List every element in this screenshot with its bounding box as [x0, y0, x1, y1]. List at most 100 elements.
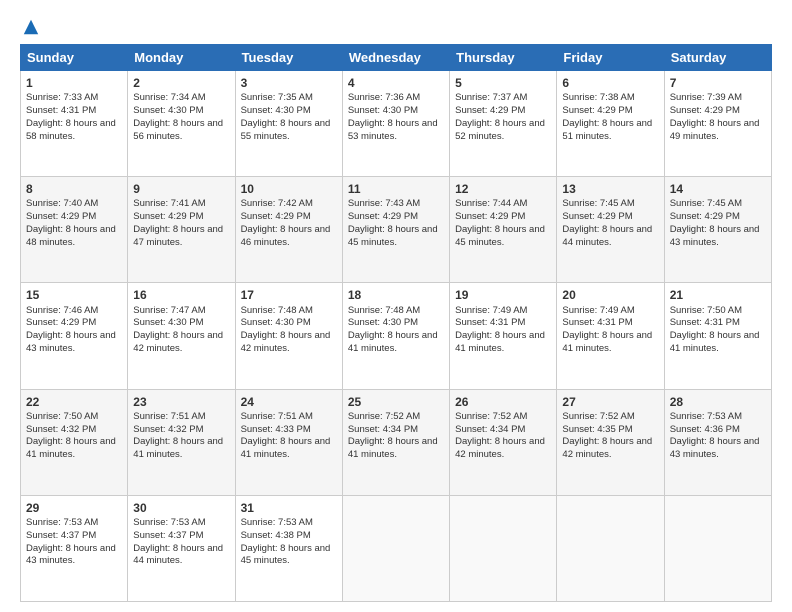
sunrise-text: Sunrise: 7:44 AM [455, 198, 527, 209]
sunset-text: Sunset: 4:37 PM [133, 530, 203, 541]
daylight-text: Daylight: 8 hours and 42 minutes. [562, 436, 652, 460]
day-number: 18 [348, 287, 444, 303]
day-number: 27 [562, 394, 658, 410]
day-number: 2 [133, 75, 229, 91]
day-cell: 20Sunrise: 7:49 AMSunset: 4:31 PMDayligh… [557, 283, 664, 389]
daylight-text: Daylight: 8 hours and 42 minutes. [455, 436, 545, 460]
sunset-text: Sunset: 4:31 PM [455, 317, 525, 328]
day-cell: 15Sunrise: 7:46 AMSunset: 4:29 PMDayligh… [21, 283, 128, 389]
sunset-text: Sunset: 4:32 PM [26, 424, 96, 435]
col-header-saturday: Saturday [664, 45, 771, 71]
week-row-5: 29Sunrise: 7:53 AMSunset: 4:37 PMDayligh… [21, 495, 772, 601]
sunrise-text: Sunrise: 7:36 AM [348, 92, 420, 103]
day-number: 31 [241, 500, 337, 516]
day-cell: 26Sunrise: 7:52 AMSunset: 4:34 PMDayligh… [450, 389, 557, 495]
day-cell: 12Sunrise: 7:44 AMSunset: 4:29 PMDayligh… [450, 177, 557, 283]
col-header-tuesday: Tuesday [235, 45, 342, 71]
sunrise-text: Sunrise: 7:41 AM [133, 198, 205, 209]
sunrise-text: Sunrise: 7:49 AM [562, 305, 634, 316]
day-number: 29 [26, 500, 122, 516]
daylight-text: Daylight: 8 hours and 58 minutes. [26, 118, 116, 142]
sunrise-text: Sunrise: 7:48 AM [241, 305, 313, 316]
daylight-text: Daylight: 8 hours and 43 minutes. [670, 436, 760, 460]
day-number: 5 [455, 75, 551, 91]
daylight-text: Daylight: 8 hours and 44 minutes. [562, 224, 652, 248]
day-cell: 23Sunrise: 7:51 AMSunset: 4:32 PMDayligh… [128, 389, 235, 495]
sunset-text: Sunset: 4:30 PM [133, 105, 203, 116]
day-cell: 6Sunrise: 7:38 AM Sunset: 4:29 PM Daylight… [557, 71, 664, 177]
sunrise-text: Sunrise: 7:43 AM [348, 198, 420, 209]
day-number: 28 [670, 394, 766, 410]
sunset-text: Sunset: 4:29 PM [562, 211, 632, 222]
week-row-2: 8Sunrise: 7:40 AMSunset: 4:29 PMDaylight… [21, 177, 772, 283]
daylight-text: Daylight: 8 hours and 56 minutes. [133, 118, 223, 142]
logo [20, 18, 40, 36]
sunrise-text: Sunrise: 7:51 AM [241, 411, 313, 422]
sunset-text: Sunset: 4:29 PM [348, 211, 418, 222]
daylight-text: Daylight: 8 hours and 52 minutes. [455, 118, 545, 142]
day-number: 6 [562, 75, 658, 91]
sunset-text: Sunset: 4:30 PM [133, 317, 203, 328]
daylight-text: Daylight: 8 hours and 41 minutes. [670, 330, 760, 354]
day-number: 7 [670, 75, 766, 91]
sunrise-text: Sunrise: 7:46 AM [26, 305, 98, 316]
day-cell: 2Sunrise: 7:34 AMSunset: 4:30 PMDaylight… [128, 71, 235, 177]
daylight-text: Daylight: 8 hours and 48 minutes. [26, 224, 116, 248]
sunrise-text: Sunrise: 7:45 AM [562, 198, 634, 209]
sunrise-text: Sunrise: 7:47 AM [133, 305, 205, 316]
day-cell: 1Sunrise: 7:33 AMSunset: 4:31 PMDaylight… [21, 71, 128, 177]
day-cell: 25Sunrise: 7:52 AMSunset: 4:34 PMDayligh… [342, 389, 449, 495]
day-cell: 11Sunrise: 7:43 AMSunset: 4:29 PMDayligh… [342, 177, 449, 283]
sunrise-text: Sunrise: 7:39 AM [670, 92, 742, 103]
sunset-text: Sunset: 4:37 PM [26, 530, 96, 541]
daylight-text: Daylight: 8 hours and 44 minutes. [133, 543, 223, 567]
col-header-wednesday: Wednesday [342, 45, 449, 71]
day-cell: 10Sunrise: 7:42 AMSunset: 4:29 PMDayligh… [235, 177, 342, 283]
sunrise-text: Sunrise: 7:35 AM [241, 92, 313, 103]
daylight-text: Daylight: 8 hours and 43 minutes. [26, 330, 116, 354]
day-number: 14 [670, 181, 766, 197]
sunset-text: Sunset: 4:31 PM [670, 317, 740, 328]
sunset-text: Sunset: 4:30 PM [241, 105, 311, 116]
sunrise-text: Sunrise: 7:52 AM [348, 411, 420, 422]
day-number: 9 [133, 181, 229, 197]
day-cell: 9Sunrise: 7:41 AMSunset: 4:29 PMDaylight… [128, 177, 235, 283]
day-number: 13 [562, 181, 658, 197]
day-cell [450, 495, 557, 601]
day-number: 15 [26, 287, 122, 303]
sunset-text: Sunset: 4:29 PM [562, 105, 632, 116]
sunset-text: Sunset: 4:29 PM [455, 211, 525, 222]
day-cell [557, 495, 664, 601]
sunrise-text: Sunrise: 7:42 AM [241, 198, 313, 209]
page: SundayMondayTuesdayWednesdayThursdayFrid… [0, 0, 792, 612]
col-header-monday: Monday [128, 45, 235, 71]
sunset-text: Sunset: 4:31 PM [26, 105, 96, 116]
sunrise-text: Sunrise: 7:38 AM [562, 92, 634, 103]
day-cell: 29Sunrise: 7:53 AMSunset: 4:37 PMDayligh… [21, 495, 128, 601]
day-number: 4 [348, 75, 444, 91]
day-number: 17 [241, 287, 337, 303]
daylight-text: Daylight: 8 hours and 51 minutes. [562, 118, 652, 142]
day-number: 26 [455, 394, 551, 410]
col-header-thursday: Thursday [450, 45, 557, 71]
daylight-text: Daylight: 8 hours and 41 minutes. [562, 330, 652, 354]
sunrise-text: Sunrise: 7:53 AM [26, 517, 98, 528]
day-cell: 19Sunrise: 7:49 AMSunset: 4:31 PMDayligh… [450, 283, 557, 389]
day-cell: 30Sunrise: 7:53 AMSunset: 4:37 PMDayligh… [128, 495, 235, 601]
sunset-text: Sunset: 4:29 PM [26, 211, 96, 222]
day-cell: 22Sunrise: 7:50 AMSunset: 4:32 PMDayligh… [21, 389, 128, 495]
day-cell: 7Sunrise: 7:39 AMSunset: 4:29 PMDaylight… [664, 71, 771, 177]
day-number: 25 [348, 394, 444, 410]
sunset-text: Sunset: 4:33 PM [241, 424, 311, 435]
sunset-text: Sunset: 4:38 PM [241, 530, 311, 541]
sunrise-text: Sunrise: 7:52 AM [562, 411, 634, 422]
daylight-text: Daylight: 8 hours and 49 minutes. [670, 118, 760, 142]
col-header-sunday: Sunday [21, 45, 128, 71]
sunset-text: Sunset: 4:29 PM [241, 211, 311, 222]
day-cell: 4Sunrise: 7:36 AMSunset: 4:30 PMDaylight… [342, 71, 449, 177]
sunrise-text: Sunrise: 7:52 AM [455, 411, 527, 422]
sunrise-text: Sunrise: 7:48 AM [348, 305, 420, 316]
day-cell: 3Sunrise: 7:35 AMSunset: 4:30 PMDaylight… [235, 71, 342, 177]
sunrise-text: Sunrise: 7:53 AM [133, 517, 205, 528]
day-number: 10 [241, 181, 337, 197]
